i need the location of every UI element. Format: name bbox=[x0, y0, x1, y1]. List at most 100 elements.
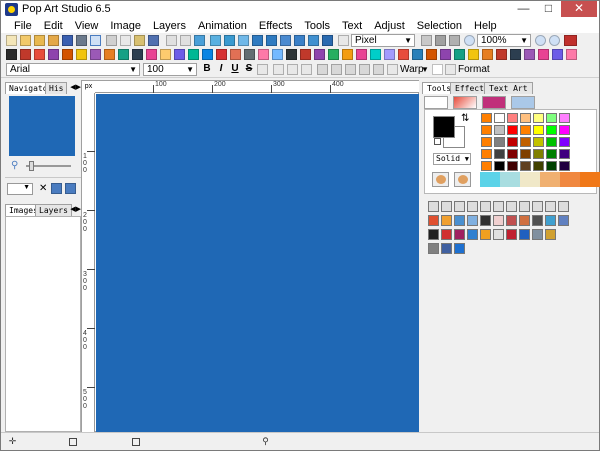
lasso-icon[interactable] bbox=[454, 201, 465, 212]
strikethrough-button[interactable]: S bbox=[243, 62, 255, 76]
color-subtab[interactable] bbox=[424, 96, 448, 109]
paste-icon[interactable] bbox=[134, 35, 145, 46]
effect-preset-29-icon[interactable] bbox=[398, 49, 409, 60]
color-swatch[interactable] bbox=[559, 161, 570, 171]
superscript-icon[interactable] bbox=[257, 64, 268, 75]
menu-image[interactable]: Image bbox=[104, 18, 147, 34]
smudge-icon[interactable] bbox=[506, 215, 517, 226]
polygon-icon[interactable] bbox=[454, 243, 465, 254]
zoom-in-icon[interactable] bbox=[535, 35, 546, 46]
align-right-icon[interactable] bbox=[301, 64, 312, 75]
effect-preset-27-icon[interactable] bbox=[370, 49, 381, 60]
recent-color-swatch[interactable] bbox=[540, 172, 560, 187]
browse-icon[interactable] bbox=[48, 35, 59, 46]
ellipse-icon[interactable] bbox=[532, 229, 543, 240]
effect-preset-21-icon[interactable] bbox=[286, 49, 297, 60]
effect-preset-28-icon[interactable] bbox=[384, 49, 395, 60]
effect-preset-9-icon[interactable] bbox=[118, 49, 129, 60]
text-mask-icon[interactable] bbox=[519, 201, 530, 212]
zoom-select[interactable]: 100% ▼ bbox=[477, 34, 531, 47]
flip-vertical-icon[interactable] bbox=[266, 35, 277, 46]
format-label[interactable]: Format bbox=[458, 63, 490, 76]
effect-preset-1-icon[interactable] bbox=[6, 49, 17, 60]
effect-preset-13-icon[interactable] bbox=[174, 49, 185, 60]
eraser-icon[interactable] bbox=[493, 215, 504, 226]
image-fill-subtab[interactable] bbox=[511, 96, 535, 109]
unit-select[interactable]: Pixel ▼ bbox=[351, 34, 415, 47]
gradient-icon[interactable] bbox=[467, 229, 478, 240]
effect-preset-39-icon[interactable] bbox=[538, 49, 549, 60]
ellipse-select-icon[interactable] bbox=[441, 201, 452, 212]
burn-icon[interactable] bbox=[545, 215, 556, 226]
menu-selection[interactable]: Selection bbox=[411, 18, 468, 34]
text-outline-icon[interactable] bbox=[317, 64, 328, 75]
effect-preset-30-icon[interactable] bbox=[412, 49, 423, 60]
text-glow-icon[interactable] bbox=[345, 64, 356, 75]
effect-preset-36-icon[interactable] bbox=[496, 49, 507, 60]
bold-button[interactable]: B bbox=[201, 62, 213, 76]
resize-icon[interactable] bbox=[210, 35, 221, 46]
menu-layers[interactable]: Layers bbox=[147, 18, 192, 34]
copy-icon[interactable] bbox=[120, 35, 131, 46]
menu-animation[interactable]: Animation bbox=[192, 18, 253, 34]
effect-preset-6-icon[interactable] bbox=[76, 49, 87, 60]
save-icon[interactable] bbox=[62, 35, 73, 46]
magic-brush-icon[interactable] bbox=[545, 229, 556, 240]
text-tool-icon[interactable] bbox=[506, 201, 517, 212]
pattern-fill-icon[interactable] bbox=[454, 229, 465, 240]
scan-icon[interactable] bbox=[90, 35, 101, 46]
close-button[interactable]: ✕ bbox=[561, 1, 597, 17]
menu-effects[interactable]: Effects bbox=[253, 18, 298, 34]
effect-preset-19-icon[interactable] bbox=[258, 49, 269, 60]
menu-file[interactable]: File bbox=[8, 18, 38, 34]
text-shadow-icon[interactable] bbox=[331, 64, 342, 75]
color-swatch[interactable] bbox=[533, 137, 544, 147]
images-list[interactable] bbox=[5, 216, 81, 432]
cut-icon[interactable] bbox=[106, 35, 117, 46]
color-swatch[interactable] bbox=[559, 113, 570, 123]
swap-colors-icon[interactable]: ⇅ bbox=[461, 113, 469, 124]
new-file-icon[interactable] bbox=[6, 35, 17, 46]
color-swatch[interactable] bbox=[559, 137, 570, 147]
recent-color-swatch[interactable] bbox=[560, 172, 580, 187]
align-center-icon[interactable] bbox=[287, 64, 298, 75]
palette-button[interactable] bbox=[432, 172, 449, 187]
dodge-icon[interactable] bbox=[532, 215, 543, 226]
brush-select-icon[interactable] bbox=[493, 201, 504, 212]
color-swatch[interactable] bbox=[520, 161, 531, 171]
color-swatch[interactable] bbox=[520, 149, 531, 159]
effect-preset-23-icon[interactable] bbox=[314, 49, 325, 60]
menu-edit[interactable]: Edit bbox=[38, 18, 69, 34]
paintbrush-icon[interactable] bbox=[441, 215, 452, 226]
flip-horizontal-icon[interactable] bbox=[252, 35, 263, 46]
image-select[interactable]: ▼ bbox=[7, 183, 33, 195]
gradient-subtab[interactable] bbox=[453, 96, 477, 109]
rotate-icon[interactable] bbox=[280, 35, 291, 46]
color-swatch[interactable] bbox=[559, 149, 570, 159]
effect-preset-16-icon[interactable] bbox=[216, 49, 227, 60]
pattern-subtab[interactable] bbox=[482, 96, 506, 109]
color-swatch[interactable] bbox=[481, 161, 492, 171]
color-swatch[interactable] bbox=[481, 137, 492, 147]
open-recent-icon[interactable] bbox=[34, 35, 45, 46]
reset-colors-icon[interactable] bbox=[434, 138, 441, 145]
color-swatch[interactable] bbox=[507, 137, 518, 147]
effect-preset-20-icon[interactable] bbox=[272, 49, 283, 60]
color-swatch[interactable] bbox=[494, 161, 505, 171]
fill-bucket-icon[interactable] bbox=[467, 215, 478, 226]
tab-layers[interactable]: Layers bbox=[35, 204, 72, 216]
effect-preset-41-icon[interactable] bbox=[566, 49, 577, 60]
crop-icon[interactable] bbox=[238, 35, 249, 46]
effect-preset-35-icon[interactable] bbox=[482, 49, 493, 60]
menu-tools[interactable]: Tools bbox=[298, 18, 336, 34]
effect-preset-2-icon[interactable] bbox=[20, 49, 31, 60]
zoom-icon[interactable] bbox=[464, 35, 475, 46]
move-icon[interactable] bbox=[558, 201, 569, 212]
red-eye-icon[interactable] bbox=[441, 229, 452, 240]
pencil-icon[interactable] bbox=[428, 215, 439, 226]
image-canvas[interactable] bbox=[96, 94, 419, 432]
effect-preset-32-icon[interactable] bbox=[440, 49, 451, 60]
effect-preset-18-icon[interactable] bbox=[244, 49, 255, 60]
redo-icon[interactable] bbox=[180, 35, 191, 46]
chevron-down-icon[interactable]: ▼ bbox=[421, 63, 429, 76]
